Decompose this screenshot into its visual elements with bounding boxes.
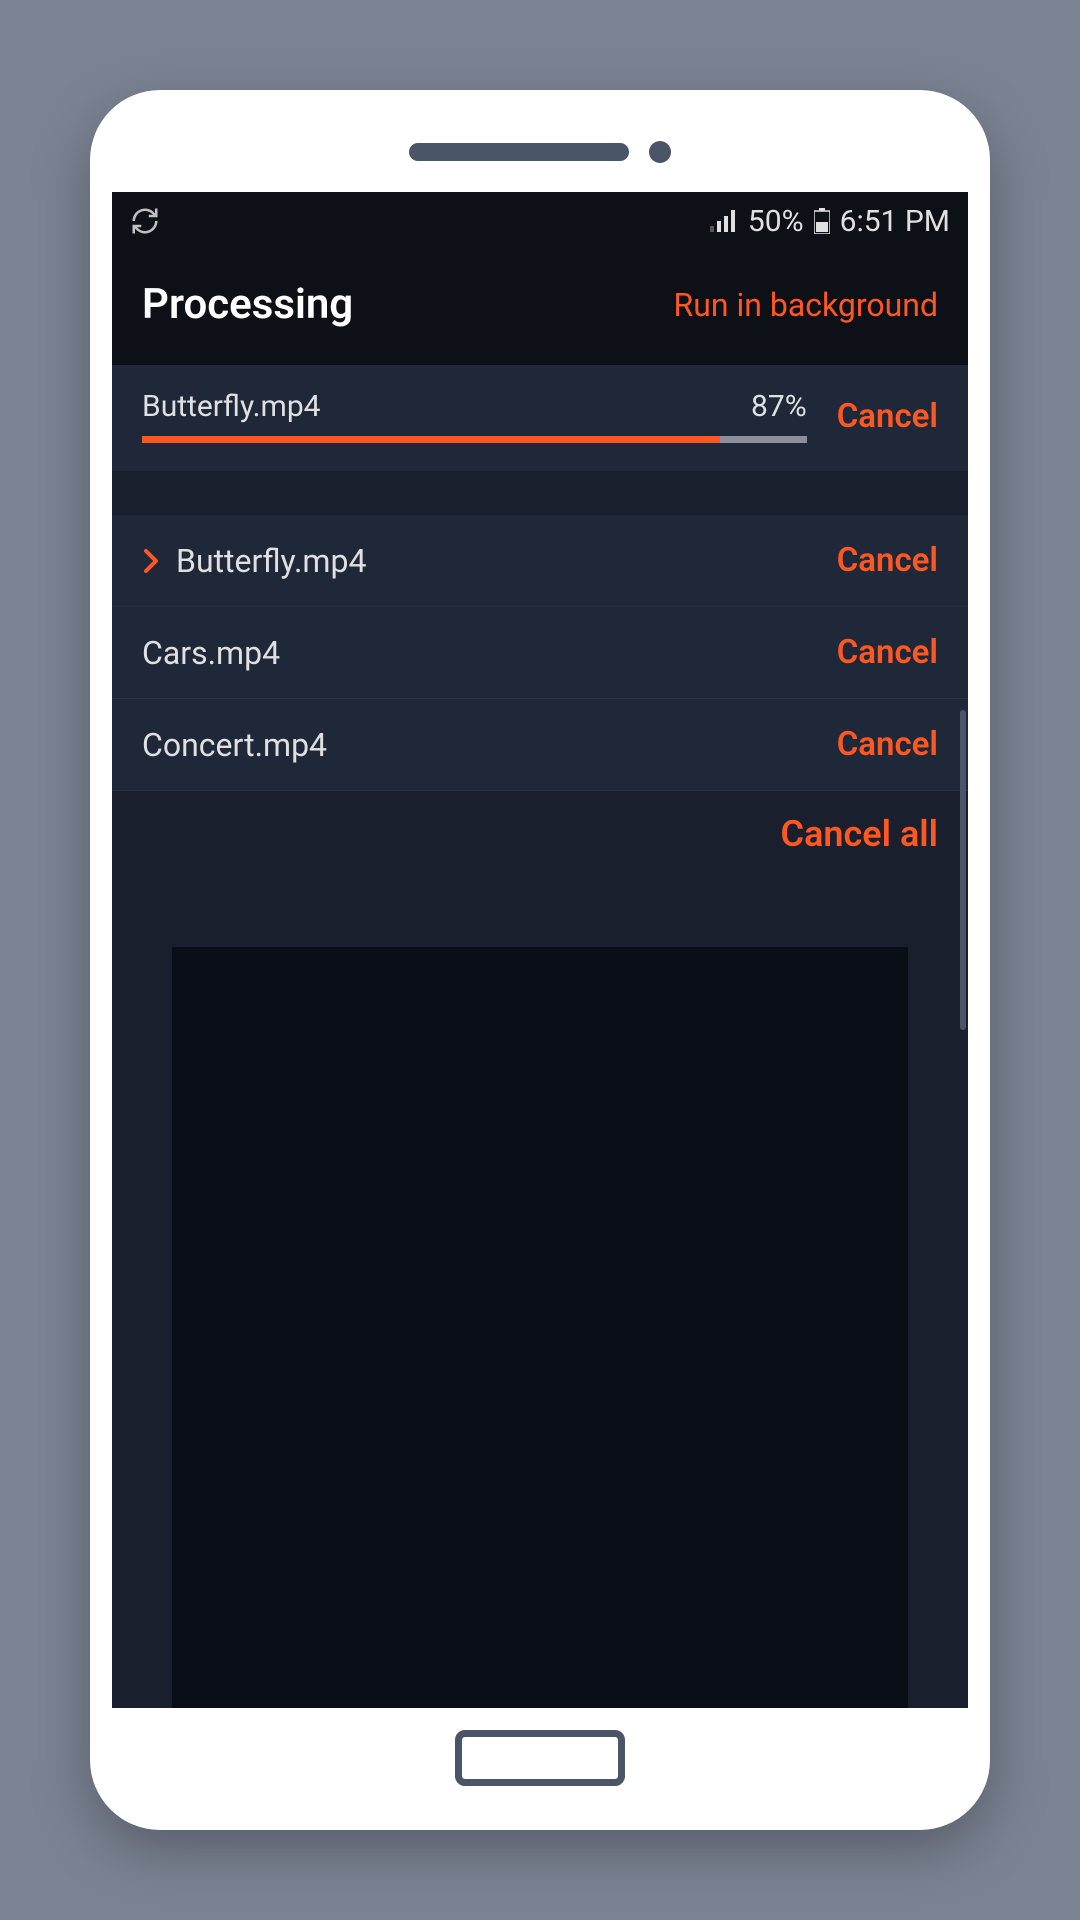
queue-filename: Butterfly.mp4 xyxy=(176,542,366,580)
battery-percent: 50% xyxy=(748,204,804,239)
cancel-current-button[interactable]: Cancel xyxy=(837,397,938,436)
queue-list: Butterfly.mp4 Cancel Cars.mp4 Cancel Con… xyxy=(112,515,968,791)
scroll-indicator[interactable] xyxy=(960,710,966,1030)
queue-item-left: Cars.mp4 xyxy=(142,634,280,672)
preview-area xyxy=(172,947,908,1708)
status-bar-left xyxy=(130,206,160,236)
progress-fill xyxy=(142,436,720,443)
queue-filename: Concert.mp4 xyxy=(142,726,327,764)
chevron-right-icon xyxy=(142,547,162,575)
cancel-queue-item-button[interactable]: Cancel xyxy=(837,725,938,764)
page-title: Processing xyxy=(142,280,353,329)
progress-bar xyxy=(142,436,807,443)
progress-info: Butterfly.mp4 87% xyxy=(142,389,807,443)
queue-item: Concert.mp4 Cancel xyxy=(112,699,968,791)
phone-frame: 50% 6:51 PM Processing Run in background… xyxy=(90,90,990,1830)
cancel-all-button[interactable]: Cancel all xyxy=(781,813,938,855)
screen: 50% 6:51 PM Processing Run in background… xyxy=(112,192,968,1708)
phone-speaker xyxy=(409,143,629,161)
status-time: 6:51 PM xyxy=(840,204,950,239)
queue-item-left: Butterfly.mp4 xyxy=(142,542,366,580)
current-percent: 87% xyxy=(751,389,807,424)
queue-item-left: Concert.mp4 xyxy=(142,726,327,764)
status-bar: 50% 6:51 PM xyxy=(112,192,968,250)
battery-icon xyxy=(814,208,830,234)
queue-filename: Cars.mp4 xyxy=(142,634,280,672)
current-filename: Butterfly.mp4 xyxy=(142,389,321,424)
run-background-button[interactable]: Run in background xyxy=(674,286,939,324)
sync-icon xyxy=(130,206,160,236)
current-progress-section: Butterfly.mp4 87% Cancel xyxy=(112,365,968,471)
status-bar-right: 50% 6:51 PM xyxy=(710,204,950,239)
queue-item: Cars.mp4 Cancel xyxy=(112,607,968,699)
cancel-queue-item-button[interactable]: Cancel xyxy=(837,633,938,672)
cancel-queue-item-button[interactable]: Cancel xyxy=(837,541,938,580)
phone-bottom-bezel xyxy=(112,1708,968,1808)
phone-camera xyxy=(649,141,671,163)
cancel-all-row: Cancel all xyxy=(112,791,968,877)
progress-row: Butterfly.mp4 87% xyxy=(142,389,807,424)
signal-icon xyxy=(710,210,738,232)
home-button[interactable] xyxy=(455,1730,625,1786)
queue-item: Butterfly.mp4 Cancel xyxy=(112,515,968,607)
header: Processing Run in background xyxy=(112,250,968,365)
phone-top-bezel xyxy=(112,112,968,192)
